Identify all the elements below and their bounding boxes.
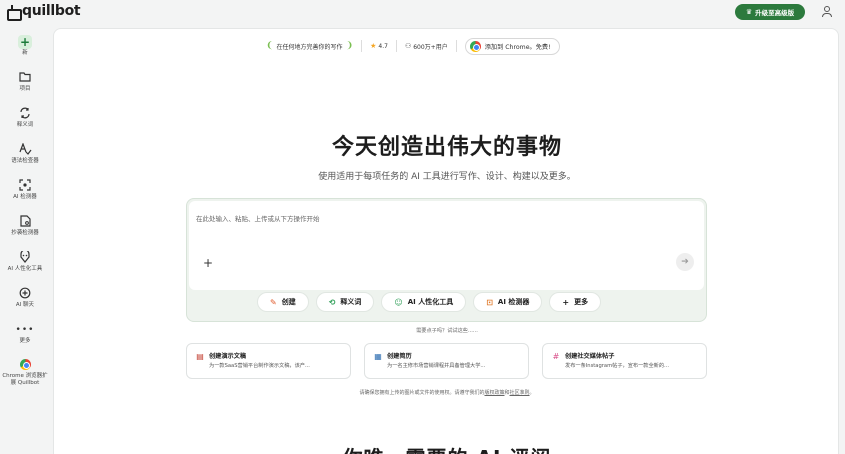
rating-value: 4.7 <box>378 42 388 50</box>
paraphrase-icon: ⟲ <box>328 297 336 307</box>
ai-detector-icon <box>0 179 50 193</box>
card-desc: 为一名主修市场营销课程并具备管理大学... <box>387 363 486 369</box>
star-icon: ★ <box>370 42 377 50</box>
users-icon: ⚇ <box>404 42 412 50</box>
top-bar: quillbot ♛ 升级至高级版 <box>0 0 845 25</box>
add-to-chrome-label: 添加到 Chrome。免费! <box>484 43 551 51</box>
sidebar-item-ai-detector[interactable]: AI 检测器 <box>0 179 50 201</box>
hero-title: 今天创造出伟大的事物 <box>331 135 562 160</box>
award-text: 在任何地方完善你的写作 <box>276 43 343 51</box>
plagiarism-icon <box>0 215 50 229</box>
prompt-placeholder: 在此处输入、粘贴、上传或从下方操作开始 <box>196 215 320 223</box>
legal-prefix: 请确保您拥有上传的图片或文件的使用权。请遵守我们的 <box>359 390 485 396</box>
sidebar-item-label: AI 聊天 <box>15 302 35 308</box>
suggestion-cards: ▤ 创建演示文稿 为一款SaaS营销平台制作演示文稿，该产... ▦ 创建简历 … <box>186 343 707 379</box>
sidebar-item-label: AI 检测器 <box>13 194 37 200</box>
plus-icon: + <box>562 297 570 307</box>
action-label: 更多 <box>574 298 589 306</box>
prompt-input[interactable]: 在此处输入、粘贴、上传或从下方操作开始 + ➔ <box>189 201 704 290</box>
more-icon: ••• <box>15 325 35 335</box>
sidebar-item-new[interactable]: + 新 <box>0 35 50 57</box>
user-account-icon[interactable] <box>821 5 833 18</box>
legal-notice: 请确保您拥有上传的图片或文件的使用权。请遵守我们的版权政策和社区准则。 <box>54 389 840 396</box>
divider <box>395 40 397 52</box>
card-title: 创建社交媒体帖子 <box>565 353 615 360</box>
sidebar-item-label: AI 人性化工具 <box>7 266 43 272</box>
action-label: AI 检测器 <box>497 298 530 306</box>
card-desc: 发布一条Instagram帖子，宣布一款全新的... <box>565 363 669 369</box>
resume-icon: ▦ <box>374 352 382 361</box>
attach-plus-icon[interactable]: + <box>203 256 213 270</box>
sidebar-item-label: 新 <box>22 50 28 56</box>
brand-name: quillbot <box>22 3 81 19</box>
action-label: 创建 <box>281 298 296 306</box>
sidebar-item-ai-chat[interactable]: AI 聊天 <box>0 287 50 309</box>
paraphrase-button[interactable]: ⟲ 释义词 <box>315 292 375 312</box>
quillbot-logo-icon <box>6 4 22 21</box>
suggestion-card-resume[interactable]: ▦ 创建简历 为一名主修市场营销课程并具备管理大学... <box>364 343 529 379</box>
chrome-icon <box>469 40 481 52</box>
create-icon: ✎ <box>270 297 277 307</box>
humanizer-icon <box>0 249 50 265</box>
user-count: 600万+用户 <box>413 43 448 51</box>
card-title: 创建简历 <box>387 353 412 360</box>
sidebar-item-label: 抄袭检测器 <box>11 230 39 236</box>
sidebar-item-paraphraser[interactable]: 释义词 <box>0 107 50 129</box>
quillbot-logo[interactable]: quillbot <box>6 3 81 21</box>
action-label: AI 人性化工具 <box>407 298 454 306</box>
action-label: 释义词 <box>340 298 362 306</box>
sidebar-item-chrome-extension[interactable]: Chrome 浏览器扩展 Quillbot <box>0 359 50 387</box>
presentation-icon: ▤ <box>196 352 204 361</box>
humanizer-button[interactable]: ☺ AI 人性化工具 <box>381 292 467 312</box>
suggestion-card-presentation[interactable]: ▤ 创建演示文稿 为一款SaaS营销平台制作演示文稿，该产... <box>186 343 351 379</box>
sidebar-item-label: 更多 <box>19 338 31 344</box>
sidebar-item-label: Chrome 浏览器扩展 Quillbot <box>2 373 48 386</box>
chrome-icon <box>19 359 31 370</box>
card-title: 创建演示文稿 <box>209 353 247 360</box>
composer: 在此处输入、粘贴、上传或从下方操作开始 + ➔ ✎ 创建 ⟲ 释义词 ☺ AI … <box>186 198 707 322</box>
add-to-chrome-button[interactable]: 添加到 Chrome。免费! <box>464 37 560 55</box>
sidebar-item-humanizer[interactable]: AI 人性化工具 <box>0 249 50 273</box>
create-button[interactable]: ✎ 创建 <box>257 292 309 312</box>
suggestion-card-social-post[interactable]: # 创建社交媒体帖子 发布一条Instagram帖子，宣布一款全新的... <box>542 343 707 379</box>
sidebar-item-label: 项目 <box>19 86 31 92</box>
crown-icon: ♛ <box>745 8 753 16</box>
sidebar-item-projects[interactable]: 项目 <box>0 71 50 93</box>
upgrade-button[interactable]: ♛ 升级至高级版 <box>735 4 805 20</box>
laurel-right-icon: ❩ <box>345 41 354 51</box>
ai-detector-icon: ⊡ <box>486 297 493 307</box>
hero-subtitle: 使用适用于每项任务的 AI 工具进行写作、设计、构建以及更多。 <box>318 172 576 182</box>
laurel-left-icon: ❨ <box>266 41 274 51</box>
divider <box>361 40 363 52</box>
chat-icon <box>0 287 50 301</box>
sidebar-item-more[interactable]: ••• 更多 <box>0 323 50 345</box>
sidebar-item-label: 语法检查器 <box>11 158 39 164</box>
divider <box>455 40 457 52</box>
sidebar-item-plagiarism[interactable]: 抄袭检测器 <box>0 215 50 237</box>
suggestion-hint: 需要点子吗？试试这些...... <box>416 328 478 334</box>
hashtag-icon: # <box>552 352 560 361</box>
send-button[interactable]: ➔ <box>676 253 694 271</box>
legal-suffix: 。 <box>529 390 535 396</box>
paraphrase-icon <box>0 107 50 121</box>
composer-actions: ✎ 创建 ⟲ 释义词 ☺ AI 人性化工具 ⊡ AI 检测器 + 更多 <box>257 292 602 312</box>
main-panel: ❨ 在任何地方完善你的写作 ❩ ★ 4.7 ⚇ 600万+用户 添加到 Chro… <box>53 28 839 454</box>
copyright-policy-link[interactable]: 版权政策 <box>484 390 504 396</box>
grammar-icon <box>0 142 50 157</box>
humanizer-icon: ☺ <box>394 297 403 307</box>
promo-bar: ❨ 在任何地方完善你的写作 ❩ ★ 4.7 ⚇ 600万+用户 添加到 Chro… <box>266 36 560 56</box>
plus-icon: + <box>18 35 32 49</box>
sidebar-item-label: 释义词 <box>16 122 34 128</box>
community-guidelines-link[interactable]: 社区准则 <box>510 390 530 396</box>
card-desc: 为一款SaaS营销平台制作演示文稿，该产... <box>209 363 310 369</box>
ai-detector-button[interactable]: ⊡ AI 检测器 <box>473 292 543 312</box>
folder-icon <box>0 71 50 85</box>
sidebar-item-grammar[interactable]: 语法检查器 <box>0 142 50 165</box>
upgrade-label: 升级至高级版 <box>755 9 795 17</box>
more-button[interactable]: + 更多 <box>549 292 602 312</box>
section-heading: 你唯一需要的 AI 评阅 <box>54 442 840 454</box>
